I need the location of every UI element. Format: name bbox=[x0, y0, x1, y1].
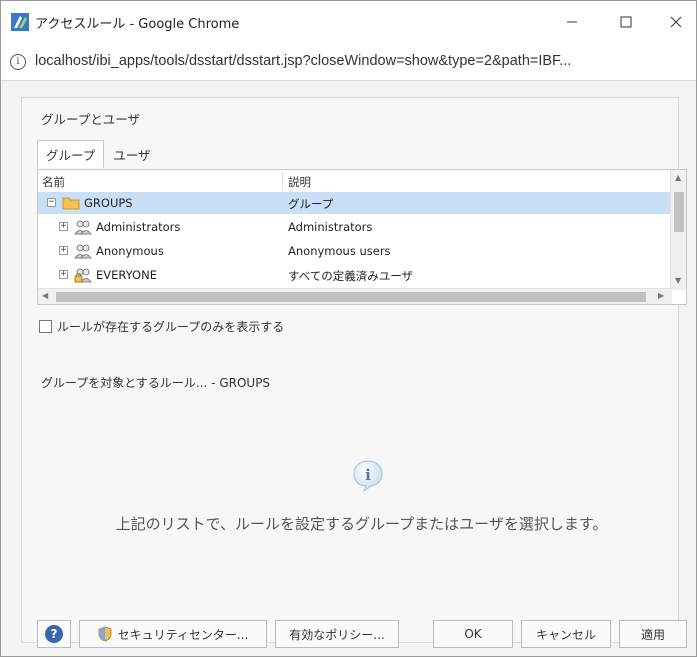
row-description: Anonymous users bbox=[288, 244, 391, 258]
expand-icon[interactable]: + bbox=[59, 246, 68, 255]
rules-only-checkbox-row[interactable]: ルールが存在するグループのみを表示する bbox=[39, 318, 284, 335]
browser-window: アクセスルール - Google Chrome i localhost/ibi_… bbox=[0, 0, 697, 657]
close-icon bbox=[670, 16, 682, 28]
rules-only-checkbox[interactable] bbox=[39, 320, 52, 333]
minimize-button[interactable] bbox=[549, 1, 595, 43]
expand-icon[interactable]: + bbox=[59, 222, 68, 231]
column-header-name[interactable]: 名前 bbox=[42, 174, 65, 190]
svg-text:i: i bbox=[365, 466, 371, 484]
maximize-button[interactable] bbox=[603, 1, 649, 43]
group-icon bbox=[74, 220, 92, 235]
row-name: GROUPS bbox=[84, 196, 133, 210]
expand-icon[interactable]: + bbox=[59, 270, 68, 279]
checkbox-label[interactable]: ルールが存在するグループのみを表示する bbox=[57, 318, 284, 335]
url-text[interactable]: localhost/ibi_apps/tools/dsstart/dsstart… bbox=[35, 53, 571, 69]
groups-tree-table: 名前 説明 − GROUPS グループ + Administrators Adm… bbox=[37, 169, 687, 305]
security-center-label: セキュリティセンター... bbox=[117, 627, 249, 642]
selection-hint: 上記のリストで、ルールを設定するグループまたはユーザを選択します。 bbox=[1, 513, 697, 534]
scroll-down-icon[interactable]: ▼ bbox=[675, 276, 681, 285]
hint-text: 上記のリストで、ルールを設定するグループまたはユーザを選択します。 bbox=[115, 515, 608, 533]
minimize-icon bbox=[567, 21, 577, 23]
scroll-up-icon[interactable]: ▲ bbox=[675, 173, 681, 182]
table-row[interactable]: + Administrators Administrators bbox=[38, 216, 672, 238]
tab-bar: グループ ユーザ bbox=[37, 140, 160, 168]
help-button[interactable]: ? bbox=[37, 620, 71, 648]
address-bar[interactable]: i localhost/ibi_apps/tools/dsstart/dssta… bbox=[1, 43, 696, 81]
maximize-icon bbox=[620, 16, 632, 28]
row-description: Administrators bbox=[288, 220, 373, 234]
column-divider[interactable] bbox=[282, 172, 283, 190]
row-name: EVERYONE bbox=[96, 268, 157, 282]
scroll-right-icon[interactable]: ▶ bbox=[658, 291, 664, 300]
close-button[interactable] bbox=[653, 1, 697, 43]
row-name: Anonymous bbox=[96, 244, 164, 258]
info-bubble-icon: i bbox=[353, 460, 383, 493]
security-center-button[interactable]: セキュリティセンター... bbox=[79, 620, 267, 648]
title-bar: アクセスルール - Google Chrome bbox=[1, 1, 696, 43]
rules-section-title: グループを対象とするルール... - GROUPS bbox=[41, 376, 271, 390]
table-row[interactable]: + Anonymous Anonymous users bbox=[38, 240, 672, 262]
column-header-description[interactable]: 説明 bbox=[288, 174, 311, 190]
apply-button[interactable]: 適用 bbox=[619, 620, 687, 648]
vertical-scrollbar[interactable]: ▲ ▼ bbox=[670, 170, 686, 290]
table-header: 名前 説明 bbox=[38, 170, 672, 192]
app-icon bbox=[11, 13, 29, 31]
tab-groups[interactable]: グループ bbox=[37, 140, 105, 168]
effective-policy-button[interactable]: 有効なポリシー... bbox=[275, 620, 399, 648]
section-title: グループとユーザ bbox=[41, 112, 141, 127]
scrollbar-thumb[interactable] bbox=[674, 192, 684, 232]
ok-button[interactable]: OK bbox=[433, 620, 513, 648]
group-icon bbox=[74, 244, 92, 259]
help-icon: ? bbox=[45, 625, 63, 643]
scrollbar-thumb[interactable] bbox=[56, 292, 646, 302]
table-row[interactable]: + EVERYONE すべての定義済みユーザ bbox=[38, 264, 672, 286]
scroll-left-icon[interactable]: ◀ bbox=[42, 291, 48, 300]
tab-users[interactable]: ユーザ bbox=[104, 140, 159, 168]
row-name: Administrators bbox=[96, 220, 181, 234]
info-icon[interactable]: i bbox=[10, 54, 26, 70]
row-description: すべての定義済みユーザ bbox=[288, 269, 414, 283]
folder-icon bbox=[62, 197, 80, 210]
window-title: アクセスルール - Google Chrome bbox=[35, 17, 240, 32]
locked-group-icon bbox=[74, 268, 92, 283]
collapse-icon[interactable]: − bbox=[47, 198, 56, 207]
horizontal-scrollbar[interactable]: ◀ ▶ bbox=[38, 288, 672, 304]
row-description: グループ bbox=[288, 197, 334, 211]
shield-icon bbox=[98, 626, 112, 642]
cancel-button[interactable]: キャンセル bbox=[521, 620, 611, 648]
table-row[interactable]: − GROUPS グループ bbox=[38, 192, 672, 214]
